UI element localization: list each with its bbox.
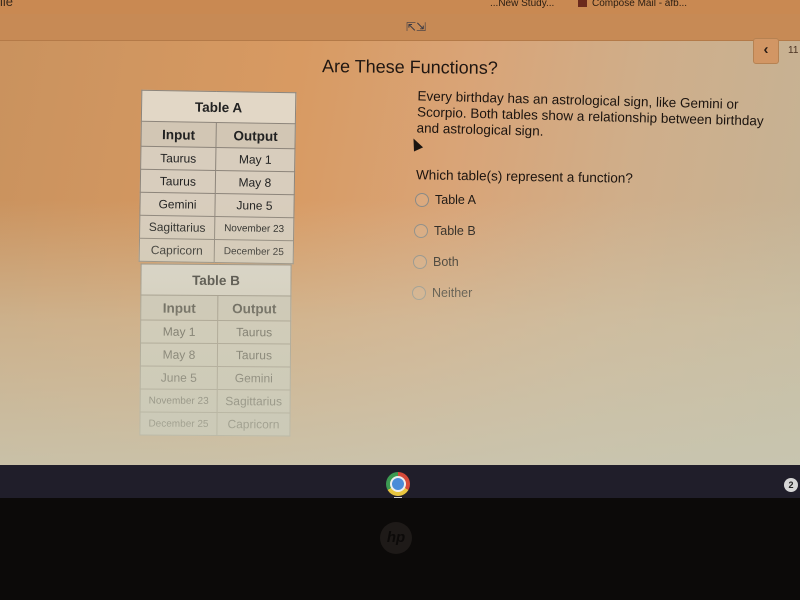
cell-input: June 5 <box>140 365 218 390</box>
option-label: Table B <box>434 224 476 238</box>
column-header-output: Output <box>215 122 296 149</box>
option-label: Both <box>433 255 459 269</box>
chrome-icon[interactable] <box>386 472 410 496</box>
bookmark-new-study[interactable]: ...New Study... <box>490 0 554 9</box>
table-row: Sagittarius November 23 <box>139 215 294 241</box>
option-label: Neither <box>432 286 473 300</box>
radio-button[interactable] <box>415 193 429 207</box>
bookmark-compose-mail[interactable]: Compose Mail - afb... <box>578 0 687 9</box>
cell-output: Capricorn <box>216 412 291 437</box>
cell-input: Taurus <box>140 169 216 194</box>
cell-input: December 25 <box>139 411 218 436</box>
table-row: Capricorn December 25 <box>139 238 294 264</box>
cell-input: November 23 <box>140 388 218 413</box>
table-row: November 23 Sagittarius <box>140 388 291 414</box>
hp-logo-icon: hp <box>380 522 412 554</box>
question-prompt: Every birthday has an astrological sign,… <box>416 88 764 139</box>
cell-output: May 8 <box>215 170 295 195</box>
option-table-a[interactable]: Table A <box>415 193 476 207</box>
page-title: Are These Functions? <box>321 56 498 78</box>
cell-output: June 5 <box>214 193 295 218</box>
page-number: 11 <box>788 45 799 56</box>
bookmarks-bar: ile ...New Study... Compose Mail - afb..… <box>0 0 800 14</box>
table-row: Gemini June 5 <box>139 192 295 218</box>
cell-input: Capricorn <box>139 238 215 263</box>
cell-output: Gemini <box>217 366 291 391</box>
gmail-icon <box>578 0 587 7</box>
table-a: Table A Input Output Taurus May 1 Taurus M… <box>138 89 297 265</box>
column-header-output: Output <box>217 295 291 322</box>
option-neither[interactable]: Neither <box>412 286 472 300</box>
cell-input: Gemini <box>139 192 216 217</box>
radio-button[interactable] <box>413 255 427 269</box>
option-both[interactable]: Both <box>413 255 459 269</box>
question-text: Which table(s) represent a function? <box>415 167 633 186</box>
lesson-toolbar: ⇱⇲ <box>0 14 800 41</box>
mouse-cursor-icon <box>408 136 424 152</box>
column-header-input: Input <box>140 121 217 148</box>
option-label: Table A <box>435 193 477 207</box>
screen: ile ...New Study... Compose Mail - afb..… <box>0 0 800 465</box>
cell-output: Sagittarius <box>217 389 291 414</box>
table-row: June 5 Gemini <box>140 365 291 391</box>
cell-output: May 1 <box>215 147 295 172</box>
expand-arrows-icon[interactable]: ⇱⇲ <box>406 21 426 33</box>
table-row: Taurus May 8 <box>140 169 295 195</box>
table-row: Taurus May 1 <box>140 146 295 172</box>
column-header-input: Input <box>140 294 218 321</box>
cell-input: Sagittarius <box>139 215 215 240</box>
cell-output: December 25 <box>214 239 294 264</box>
cell-output: November 23 <box>214 216 294 241</box>
table-b: Table B Input Output May 1 Taurus May 8 Ta… <box>139 263 292 437</box>
bookmark-fragment[interactable]: ile <box>0 0 13 9</box>
table-title: Table A <box>141 90 296 124</box>
cell-input: May 8 <box>140 342 218 367</box>
back-button[interactable]: ‹ <box>753 38 779 64</box>
cell-input: May 1 <box>140 319 218 344</box>
table-row: December 25 Capricorn <box>139 411 291 437</box>
table-title: Table B <box>140 263 292 297</box>
option-table-b[interactable]: Table B <box>414 224 476 238</box>
radio-button[interactable] <box>414 224 428 238</box>
table-row: May 1 Taurus <box>140 319 291 345</box>
cell-output: Taurus <box>217 343 291 368</box>
table-row: May 8 Taurus <box>140 342 291 368</box>
bookmark-compose-mail-label: Compose Mail - afb... <box>592 0 688 9</box>
radio-button[interactable] <box>412 286 426 300</box>
notification-badge[interactable]: 2 <box>784 478 798 492</box>
cell-output: Taurus <box>217 320 291 345</box>
cell-input: Taurus <box>140 146 216 171</box>
chevron-left-icon: ‹ <box>763 41 769 58</box>
